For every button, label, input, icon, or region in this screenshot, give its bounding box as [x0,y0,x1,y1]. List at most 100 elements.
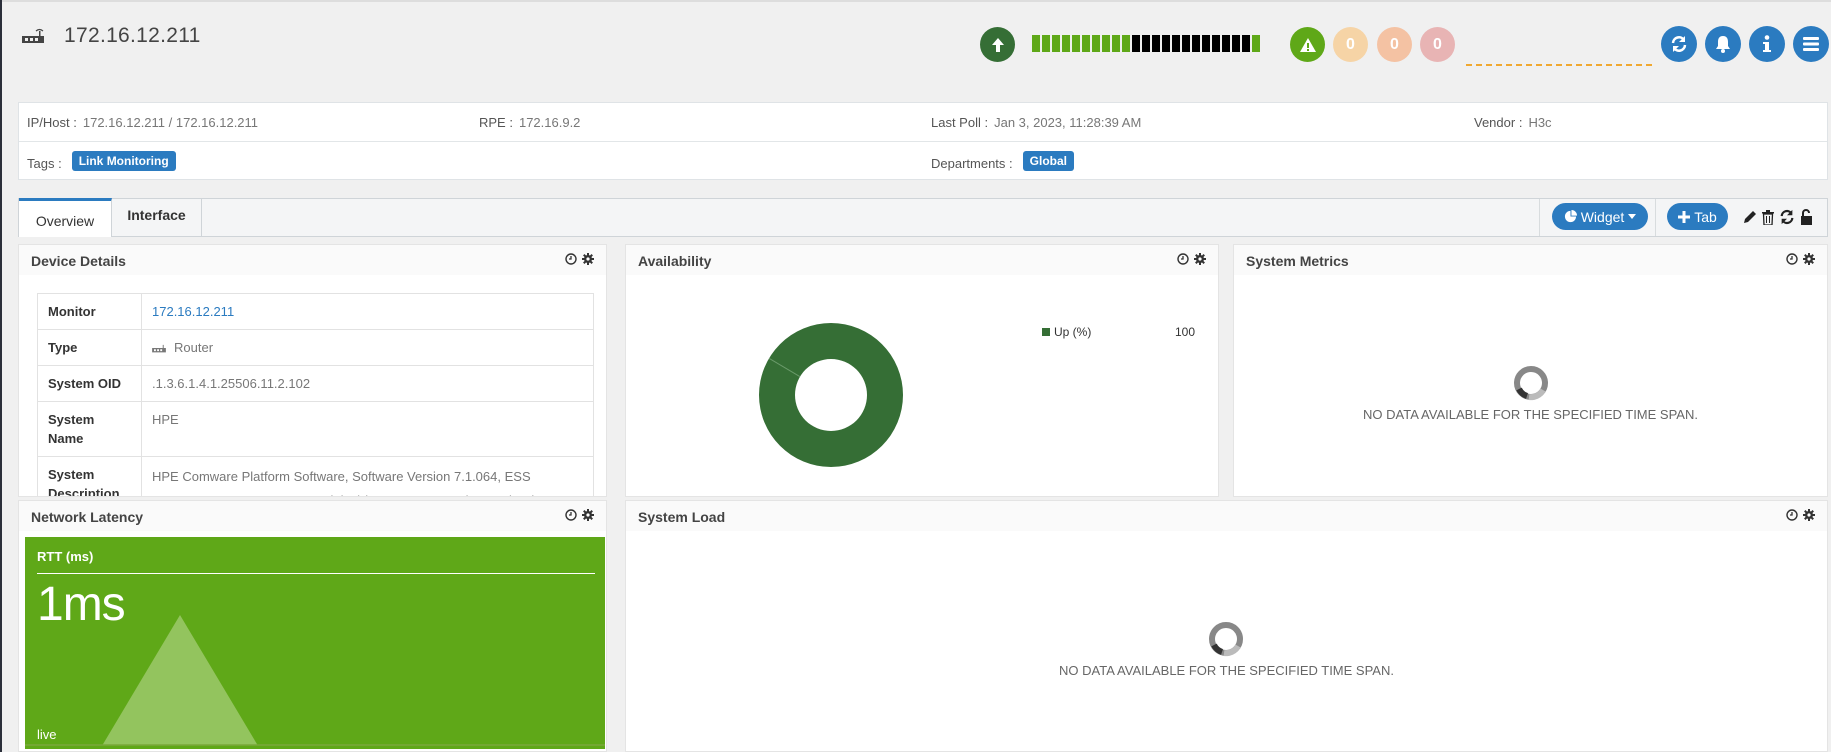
health-segment-up [1092,35,1100,52]
menu-button[interactable] [1793,26,1829,62]
table-row: System OID .1.3.6.1.4.1.25506.11.2.102 [37,365,594,402]
latency-value: 1ms [37,578,126,631]
alert-count-warning[interactable]: 0 [1420,27,1455,62]
no-data-message: NO DATA AVAILABLE FOR THE SPECIFIED TIME… [1059,663,1394,678]
vendor-label: Vendor : [1474,115,1523,130]
department-badge[interactable]: Global [1022,151,1074,171]
bell-icon [1716,36,1730,53]
loading-spinner-icon [1514,366,1548,401]
tags-field: Tags : Link Monitoring [27,151,176,174]
device-title: 172.16.12.211 [64,24,201,47]
system-metrics-panel: System Metrics NO DATA AVAILABLE FOR THE… [1233,244,1828,497]
edit-button[interactable] [1741,209,1757,225]
health-segment-up [1112,35,1120,52]
widget-dropdown-button[interactable]: Widget [1552,203,1648,230]
health-segment-up [1082,35,1090,52]
notifications-button[interactable] [1705,26,1741,62]
ip-host-label: IP/Host : [27,115,77,130]
tag-badge[interactable]: Link Monitoring [71,151,176,171]
gear-icon[interactable] [1803,509,1815,521]
clock-icon[interactable] [1786,253,1798,265]
info-row: Tags : Link Monitoring Departments : Globa… [19,142,1827,181]
legend-label: Up (%) [1054,325,1092,339]
widget-label: Widget [1580,208,1625,225]
add-tab-button[interactable]: Tab [1667,203,1728,230]
health-segment-up [1102,35,1110,52]
clock-icon[interactable] [1786,509,1798,521]
departments-label: Departments : [931,156,1013,171]
gear-icon[interactable] [582,509,594,521]
legend-swatch [1042,328,1050,336]
health-segment-down [1172,35,1180,52]
no-data-message: NO DATA AVAILABLE FOR THE SPECIFIED TIME… [1363,407,1698,422]
status-up-button[interactable] [980,27,1015,62]
unlock-icon [1800,209,1812,225]
panel-title: Availability [638,253,712,269]
monitor-link[interactable]: 172.16.12.211 [152,304,234,319]
router-icon [22,28,44,43]
panel-tools [565,509,594,521]
panel-tools [565,253,594,265]
gear-icon[interactable] [1803,253,1815,265]
left-edge [0,0,2,752]
health-segment-up [1032,35,1040,52]
info-button[interactable] [1749,26,1785,62]
vendor-value: H3c [1528,115,1552,130]
health-segment-down [1192,35,1200,52]
info-row: IP/Host : 172.16.12.211 / 172.16.12.211 R… [19,103,1827,142]
row-value: HPE Comware Platform Software, Software … [141,456,594,496]
clock-icon[interactable] [1177,253,1189,265]
rpe-value: 172.16.9.2 [518,115,581,130]
row-value: HPE [141,401,594,457]
rpe-label: RPE : [479,115,513,130]
panel-header: System Load [626,501,1827,531]
info-icon [1763,35,1771,52]
availability-panel: Availability Up (%) 100 [625,244,1219,497]
health-segment-up [1122,35,1130,52]
rtt-area [25,615,605,745]
availability-donut-chart [759,323,903,467]
plus-icon [1678,210,1691,223]
vendor-field: Vendor : H3c [1474,115,1552,130]
lock-button[interactable] [1798,209,1814,225]
metric-label: RTT (ms) [37,549,94,564]
tags-label: Tags : [27,156,62,171]
reload-button[interactable] [1779,209,1795,225]
pie-chart-icon [1564,210,1577,223]
health-segment-down [1182,35,1190,52]
dashed-divider [1466,64,1652,66]
ip-host-value: 172.16.12.211 / 172.16.12.211 [82,115,259,130]
table-row: Type Router [37,329,594,366]
add-tab-label: Tab [1694,208,1717,225]
latency-card: RTT (ms) 1ms live [25,537,605,749]
clock-icon[interactable] [565,253,577,265]
row-value: .1.3.6.1.4.1.25506.11.2.102 [141,365,594,402]
refresh-icon [1671,36,1687,52]
last-poll-label: Last Poll : [931,115,989,130]
alert-button[interactable] [1290,27,1325,62]
health-segment-down [1202,35,1210,52]
health-segment-down [1132,35,1140,52]
row-value: 172.16.12.211 [141,293,594,330]
tab-overview[interactable]: Overview [19,198,112,237]
legend-item[interactable]: Up (%) [1042,325,1091,339]
delete-button[interactable] [1760,209,1776,225]
panel-tools [1786,509,1815,521]
gear-icon[interactable] [1194,253,1206,265]
panel-title: Device Details [31,253,126,269]
toolbar-divider [1539,199,1540,236]
refresh-button[interactable] [1661,26,1697,62]
rpe-field: RPE : 172.16.9.2 [479,115,580,130]
alert-count-critical[interactable]: 0 [1333,27,1368,62]
device-details-panel: Device Details Monitor 172.16.12.211 Typ… [18,244,607,497]
divider [37,573,595,574]
panel-header: Device Details [19,245,606,275]
tab-interface[interactable]: Interface [112,198,202,237]
device-details-table: Monitor 172.16.12.211 Type Router System… [37,293,594,496]
donut-slice[interactable] [759,323,903,467]
health-segment-up [1252,35,1260,52]
type-value: Router [174,340,214,355]
clock-icon[interactable] [565,509,577,521]
alert-count-major[interactable]: 0 [1377,27,1412,62]
gear-icon[interactable] [582,253,594,265]
